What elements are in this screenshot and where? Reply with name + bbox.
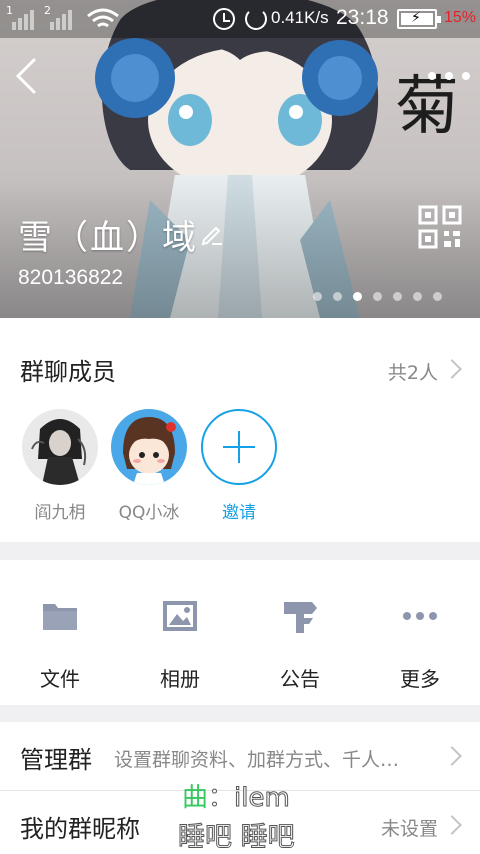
chevron-right-icon[interactable] (442, 359, 462, 379)
clock: 23:18 (336, 6, 389, 29)
more-dots-icon[interactable] (428, 70, 470, 82)
func-album[interactable]: 相册 (120, 560, 240, 705)
wifi-icon (87, 8, 119, 28)
func-more[interactable]: 更多 (360, 560, 480, 705)
page-dot (353, 292, 362, 301)
charging-bolt-icon: ⚡ (411, 10, 421, 26)
members-title: 群聊成员 (20, 358, 116, 386)
page-dot (313, 292, 322, 301)
member-avatar-image (22, 409, 98, 485)
sim1-signal-icon: 1 (6, 4, 36, 30)
avatar[interactable] (111, 409, 187, 485)
sync-icon (245, 8, 267, 30)
watermark-line2: 睡吧 睡吧 (178, 822, 296, 854)
page-dot (433, 292, 442, 301)
avatar[interactable] (22, 409, 98, 485)
chevron-right-icon (442, 815, 462, 835)
group-name: 雪（血）域 (18, 218, 198, 258)
battery-icon: ⚡ (397, 9, 441, 29)
qr-code-icon[interactable] (418, 205, 462, 249)
photo-album-icon (163, 601, 197, 631)
more-dots-icon (403, 612, 437, 620)
manage-group-desc: 设置群聊资料、加群方式、千人… (114, 749, 400, 771)
member-name: 阎九枂 (34, 503, 86, 523)
my-nickname-title: 我的群昵称 (20, 815, 140, 843)
battery-percent: 15% (444, 9, 477, 26)
invite-button[interactable] (201, 409, 277, 485)
back-arrow-icon[interactable] (10, 56, 44, 96)
pencil-icon[interactable] (200, 222, 224, 246)
chevron-right-icon (442, 746, 462, 766)
member-avatar-image (111, 409, 187, 485)
alarm-icon (213, 8, 235, 30)
page-dot (333, 292, 342, 301)
func-notice[interactable]: 公告 (240, 560, 360, 705)
network-speed: 0.41K/s (271, 8, 329, 27)
member-count[interactable]: 共2人 (388, 358, 438, 385)
page-dot (373, 292, 382, 301)
function-grid: 文件 相册 公告 更多 (0, 560, 480, 705)
invite-label[interactable]: 邀请 (189, 498, 289, 523)
banner-page-indicator (313, 292, 442, 301)
manage-group-title: 管理群 (20, 746, 92, 774)
page-dot (413, 292, 422, 301)
signpost-icon (284, 602, 317, 633)
watermark-line1: 曲：ilem (182, 783, 290, 814)
member-name: QQ小冰 (118, 503, 180, 523)
group-id: 820136822 (18, 266, 124, 289)
folder-icon (43, 604, 77, 630)
status-bar: 1 2 0.41K/s 23:18 ⚡ 15% (0, 0, 480, 38)
my-nickname-value: 未设置 (380, 818, 438, 840)
func-files[interactable]: 文件 (0, 560, 120, 705)
page-dot (393, 292, 402, 301)
members-section: 群聊成员 共2人 阎九枂 QQ小冰 邀请 (0, 318, 480, 542)
sim2-signal-icon: 2 (44, 4, 74, 30)
